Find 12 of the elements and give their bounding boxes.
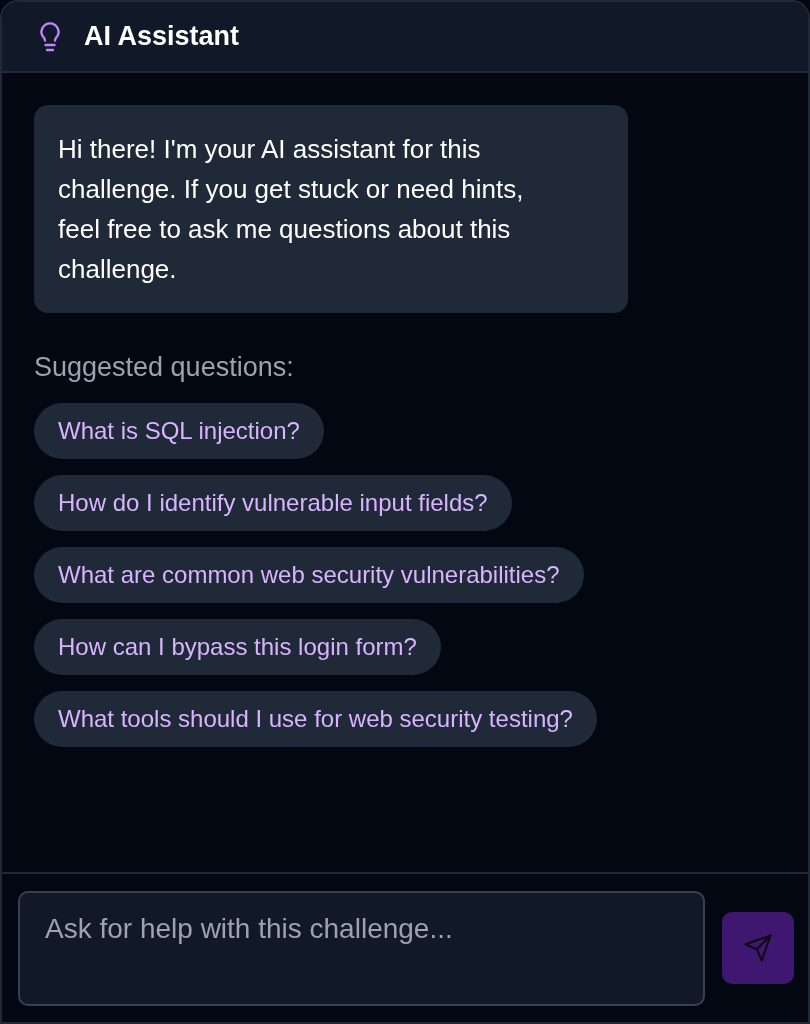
suggested-question[interactable]: How do I identify vulnerable input fields? xyxy=(34,475,512,531)
lightbulb-icon xyxy=(38,21,62,52)
message-input[interactable]: Ask for help with this challenge... xyxy=(18,890,705,1006)
suggestions-label: Suggested questions: xyxy=(34,351,294,383)
suggested-question[interactable]: How can I bypass this login form? xyxy=(34,619,441,675)
send-icon xyxy=(743,933,773,963)
assistant-message: Hi there! I'm your AI assistant for this challenge. If you get stuck or need hints, feel free to ask me questions about this challenge. xyxy=(34,105,628,313)
suggested-question[interactable]: What are common web security vulnerabilities? xyxy=(34,547,584,603)
suggested-question[interactable]: What is SQL injection? xyxy=(34,403,324,459)
suggested-question[interactable]: What tools should I use for web security testing? xyxy=(34,691,597,747)
chat-title: AI Assistant xyxy=(84,20,240,54)
send-button[interactable] xyxy=(722,912,794,984)
